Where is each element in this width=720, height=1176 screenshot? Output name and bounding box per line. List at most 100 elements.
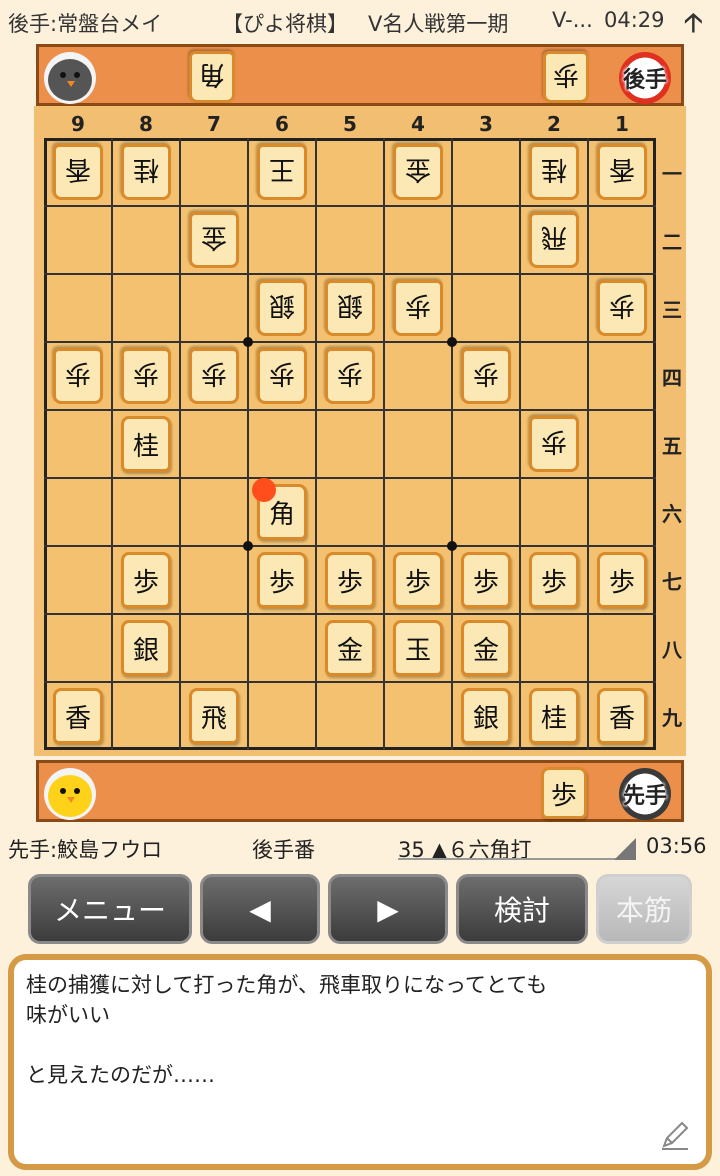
sente-piece[interactable]: 歩 xyxy=(597,552,647,608)
file-label: 1 xyxy=(615,112,629,136)
sente-piece[interactable]: 香 xyxy=(53,688,103,744)
gote-piece[interactable]: 銀 xyxy=(257,280,307,336)
mainline-button: 本筋 xyxy=(596,874,692,944)
sente-piece[interactable]: 銀 xyxy=(121,620,171,676)
comment-line: と見えたのだが…… xyxy=(26,1063,215,1087)
sente-piece[interactable]: 歩 xyxy=(529,552,579,608)
rank-label: 九 xyxy=(662,706,682,730)
gote-piece[interactable]: 桂 xyxy=(529,144,579,200)
gote-hand-tray: 角 歩 後手 xyxy=(36,44,684,106)
sente-badge: 先手 xyxy=(619,768,671,820)
grid-line xyxy=(44,409,656,411)
sente-piece[interactable]: 金 xyxy=(325,620,375,676)
sente-avatar[interactable] xyxy=(43,767,97,821)
file-label: 4 xyxy=(411,112,425,136)
clock: 04:29 xyxy=(604,8,665,32)
gote-piece[interactable]: 歩 xyxy=(257,348,307,404)
grid-line xyxy=(587,138,589,750)
gote-player-name: 後手:常盤台メイ xyxy=(8,12,163,36)
file-label: 3 xyxy=(479,112,493,136)
crow-chick-icon xyxy=(44,52,96,104)
file-label: 5 xyxy=(343,112,357,136)
grid-line xyxy=(111,138,113,750)
sente-piece[interactable]: 金 xyxy=(461,620,511,676)
gote-hand-piece[interactable]: 角 xyxy=(189,51,235,103)
sente-piece[interactable]: 香 xyxy=(597,688,647,744)
star-point xyxy=(447,541,457,551)
sente-piece[interactable]: 銀 xyxy=(461,688,511,744)
grid-line xyxy=(44,341,656,343)
grid-line xyxy=(451,138,453,750)
gote-piece[interactable]: 歩 xyxy=(461,348,511,404)
gote-piece[interactable]: 金 xyxy=(393,144,443,200)
up-arrow-icon[interactable]: 🡡 xyxy=(684,4,703,48)
pencil-icon[interactable] xyxy=(658,1118,692,1152)
dropdown-triangle-icon[interactable] xyxy=(614,838,636,860)
grid-line xyxy=(44,273,656,275)
info-bar: 先手:鮫島フウロ 後手番 35 ▲６六角打 03:56 xyxy=(0,828,720,868)
sente-piece[interactable]: 歩 xyxy=(257,552,307,608)
gote-piece[interactable]: 歩 xyxy=(597,280,647,336)
move-record-underline xyxy=(398,858,636,860)
sente-piece[interactable]: 歩 xyxy=(393,552,443,608)
event-name: V名人戦第一期 xyxy=(368,12,509,36)
grid-line xyxy=(44,205,656,207)
file-label: 6 xyxy=(275,112,289,136)
sente-piece[interactable]: 歩 xyxy=(461,552,511,608)
prev-move-button[interactable]: ◀ xyxy=(200,874,320,944)
next-move-button[interactable]: ▶ xyxy=(328,874,448,944)
grid-line xyxy=(247,138,249,750)
rank-label: 五 xyxy=(662,434,682,458)
file-label: 8 xyxy=(139,112,153,136)
gote-piece[interactable]: 銀 xyxy=(325,280,375,336)
gote-piece[interactable]: 歩 xyxy=(189,348,239,404)
grid-line xyxy=(383,138,385,750)
gote-piece[interactable]: 金 xyxy=(189,212,239,268)
gote-hand-piece[interactable]: 歩 xyxy=(543,51,589,103)
sente-piece[interactable]: 歩 xyxy=(121,552,171,608)
file-label: 9 xyxy=(71,112,85,136)
gote-piece[interactable]: 香 xyxy=(597,144,647,200)
gote-piece[interactable]: 桂 xyxy=(121,144,171,200)
gote-piece[interactable]: 歩 xyxy=(53,348,103,404)
gote-piece[interactable]: 香 xyxy=(53,144,103,200)
remaining-time: 03:56 xyxy=(646,834,707,858)
grid-line xyxy=(44,545,656,547)
gote-piece[interactable]: 歩 xyxy=(393,280,443,336)
sente-piece[interactable]: 歩 xyxy=(325,552,375,608)
comment-line: 桂の捕獲に対して打った角が、飛車取りになってとても xyxy=(26,973,548,997)
star-point xyxy=(243,337,253,347)
analyze-button[interactable]: 検討 xyxy=(456,874,588,944)
gote-piece[interactable]: 飛 xyxy=(529,212,579,268)
event-name-overflow: V-... xyxy=(552,8,593,32)
rank-label: 三 xyxy=(662,298,682,322)
file-labels: 9 8 7 6 5 4 3 2 1 xyxy=(44,112,656,136)
rank-label: 一 xyxy=(662,162,682,186)
grid-line xyxy=(519,138,521,750)
rank-label: 二 xyxy=(662,230,682,254)
rank-label: 四 xyxy=(662,366,682,390)
sente-piece[interactable]: 桂 xyxy=(529,688,579,744)
star-point xyxy=(243,541,253,551)
gote-avatar[interactable] xyxy=(43,51,97,105)
status-bar: 後手:常盤台メイ 【ぴよ将棋】 V名人戦第一期 V-... 04:29 🡡 xyxy=(0,0,720,42)
comment-line: 味がいい xyxy=(26,1003,110,1027)
sente-piece[interactable]: 玉 xyxy=(393,620,443,676)
gote-piece[interactable]: 歩 xyxy=(121,348,171,404)
last-move-marker xyxy=(252,478,276,502)
gote-piece[interactable]: 歩 xyxy=(529,416,579,472)
chick-icon xyxy=(44,768,96,820)
turn-indicator: 後手番 xyxy=(252,838,315,862)
grid-line xyxy=(44,477,656,479)
gote-piece[interactable]: 歩 xyxy=(325,348,375,404)
rank-label: 六 xyxy=(662,502,682,526)
star-point xyxy=(447,337,457,347)
sente-piece[interactable]: 桂 xyxy=(121,416,171,472)
sente-piece[interactable]: 飛 xyxy=(189,688,239,744)
sente-hand-piece[interactable]: 歩 xyxy=(541,767,587,819)
grid-line xyxy=(44,613,656,615)
menu-button[interactable]: メニュー xyxy=(28,874,192,944)
gote-piece[interactable]: 王 xyxy=(257,144,307,200)
file-label: 2 xyxy=(547,112,561,136)
rank-label: 七 xyxy=(662,570,682,594)
